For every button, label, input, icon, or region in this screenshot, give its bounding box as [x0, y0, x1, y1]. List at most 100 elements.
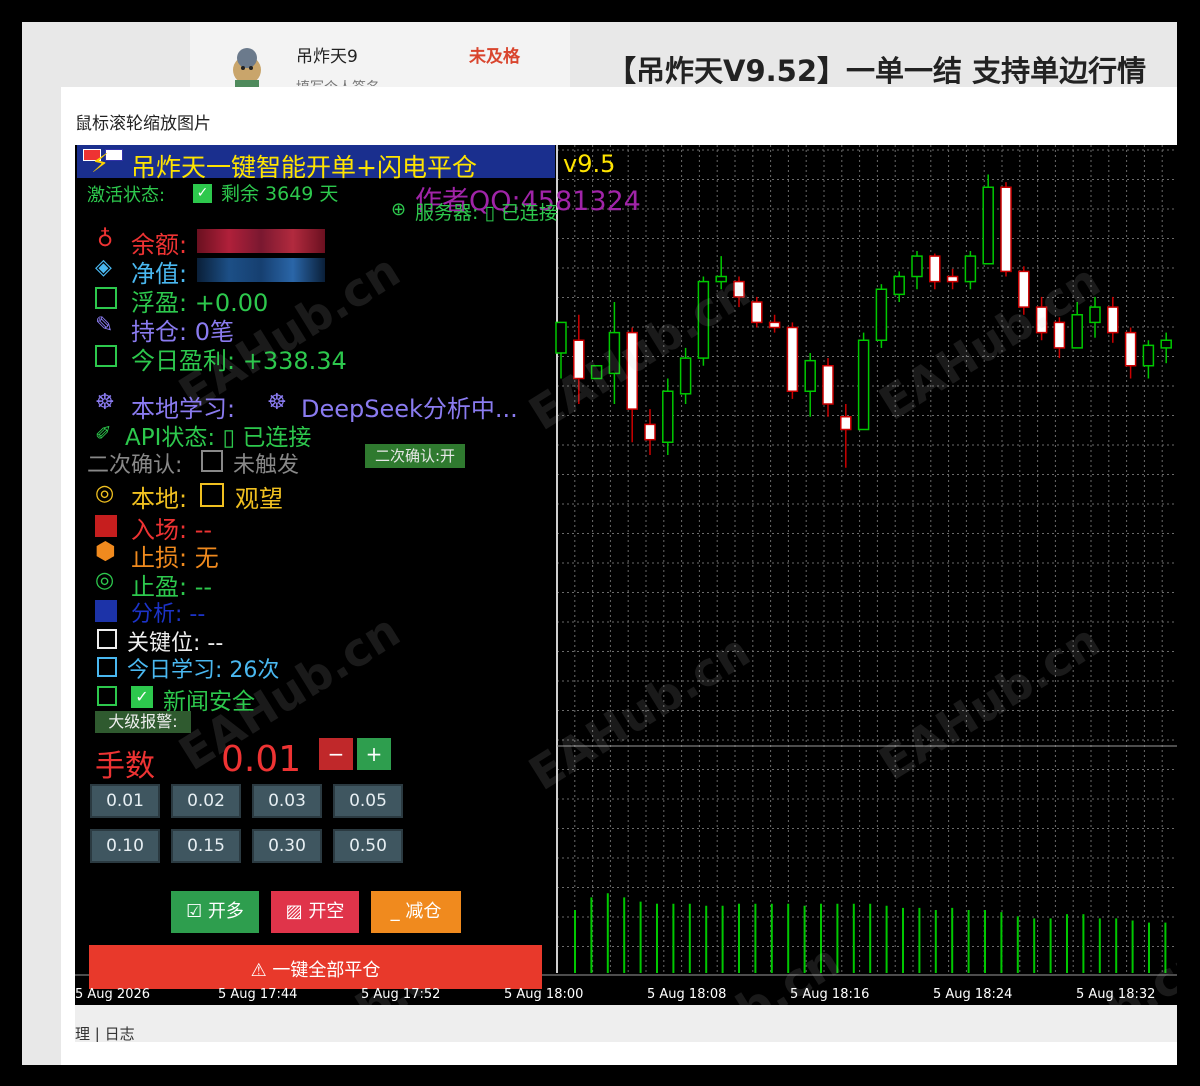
lot-preset-button[interactable]: 0.10 — [90, 829, 160, 863]
panel-version: v9.5 — [563, 150, 616, 178]
candle-body — [1000, 186, 1012, 273]
reduce-button-label: 减仓 — [405, 901, 442, 922]
confirm-label: 二次确认: — [87, 453, 183, 478]
sell-icon: ▨ — [285, 901, 309, 922]
page-headline: 【吊炸天V9.52】一单一结 支持单边行情 — [607, 54, 1147, 88]
confirm-toggle-button[interactable]: 二次确认:开 — [365, 444, 465, 468]
candle-body — [840, 416, 852, 431]
candle-body — [911, 255, 923, 278]
buy-button-label: 开多 — [207, 901, 244, 922]
chart-icon — [95, 345, 117, 367]
lightning-icon: ⚡ — [91, 149, 110, 179]
server-status: 服务器: ▯ 已连接 — [415, 202, 558, 224]
candle-body — [875, 288, 888, 341]
today-learning: 今日学习: 26次 — [127, 658, 280, 683]
time-tick: 5 Aug 18:24 — [933, 987, 1013, 1002]
time-tick: 5 Aug 17:44 — [218, 987, 298, 1002]
plug-icon: ✐ — [95, 421, 112, 445]
candle-body — [644, 423, 656, 441]
target-icon: ◎ — [95, 568, 115, 593]
candle-body — [662, 390, 674, 443]
close-all-label: 一键全部平仓 — [272, 960, 381, 981]
candle-body — [964, 255, 977, 283]
equity-value-blurred — [197, 258, 325, 282]
book-icon — [97, 657, 117, 677]
time-tick: 5 Aug 18:08 — [647, 987, 727, 1002]
pin-icon: ✎ — [95, 313, 114, 338]
time-tick: 5 Aug 2026 — [75, 987, 151, 1002]
balance-value-blurred — [197, 229, 325, 253]
alert-button[interactable]: 大级报警: — [95, 711, 191, 733]
bar-chart-icon — [97, 629, 117, 649]
buy-icon: ☑ — [186, 901, 208, 922]
pause-icon — [201, 450, 223, 472]
sell-button-label: 开空 — [308, 901, 345, 922]
modal-title: 鼠标滚轮缩放图片 — [75, 114, 211, 134]
pause-icon — [200, 483, 224, 507]
analysis-value: 分析: -- — [131, 602, 206, 627]
terminal-tabs[interactable]: 理 | 日志 — [75, 1023, 135, 1042]
candle-body — [982, 186, 994, 265]
candle-body — [929, 255, 941, 283]
avatar[interactable] — [227, 44, 267, 88]
image-viewer-modal: 鼠标滚轮缩放图片 EAHub.cn EAHub.cn EAHub.cn EAHu… — [61, 87, 1177, 1065]
today-profit: 今日盈利: +338.34 — [131, 347, 347, 375]
bar-chart-icon — [95, 287, 117, 309]
status-badge: 未及格 — [469, 47, 520, 67]
activation-remaining: 剩余 3649 天 — [221, 183, 339, 205]
browser-frame: 吊炸天9 未及格 填写个人签名 【吊炸天V9.52】一单一结 支持单边行情 鼠标… — [22, 22, 1177, 1065]
candle-body — [786, 326, 799, 392]
checkbox-icon: ✓ — [131, 686, 153, 708]
reduce-button[interactable]: _ 减仓 — [371, 891, 461, 933]
close-all-button[interactable]: ⚠ 一键全部平仓 — [89, 945, 542, 989]
lots-value: 0.01 — [221, 739, 302, 780]
username[interactable]: 吊炸天9 — [296, 42, 358, 67]
candle-body — [1160, 339, 1172, 349]
candle-body — [768, 321, 781, 329]
lot-preset-button[interactable]: 0.02 — [171, 784, 241, 818]
globe-icon: ⊕ — [391, 199, 407, 220]
minus-icon: _ — [390, 901, 406, 922]
lot-preset-button[interactable]: 0.01 — [90, 784, 160, 818]
candle-body — [679, 357, 692, 395]
sell-button[interactable]: ▨ 开空 — [271, 891, 359, 933]
activation-label: 激活状态: — [87, 185, 166, 206]
candle-body — [857, 339, 870, 431]
brain-icon: ☸ — [95, 390, 115, 415]
newspaper-icon — [97, 686, 117, 706]
candle-body — [1142, 344, 1155, 367]
brain-icon: ☸ — [267, 390, 287, 415]
candle-body — [822, 365, 834, 405]
lot-preset-button[interactable]: 0.05 — [333, 784, 403, 818]
target-icon: ◎ — [95, 481, 115, 506]
lots-label: 手数 — [95, 749, 155, 784]
learning-status: DeepSeek分析中... — [301, 395, 518, 423]
lot-preset-button[interactable]: 0.30 — [252, 829, 322, 863]
lot-preset-button[interactable]: 0.03 — [252, 784, 322, 818]
terminal-tab-strip — [75, 1005, 1177, 1042]
lots-increase-button[interactable]: + — [357, 738, 391, 770]
lot-preset-button[interactable]: 0.15 — [171, 829, 241, 863]
stop-icon: ⬢ — [95, 537, 116, 565]
candle-body — [946, 275, 959, 283]
lot-preset-button[interactable]: 0.50 — [333, 829, 403, 863]
confirm-status: 未触发 — [233, 453, 300, 478]
local-signal: 观望 — [235, 485, 283, 513]
candle-body — [1124, 331, 1137, 367]
zoomable-screenshot[interactable]: EAHub.cn EAHub.cn EAHub.cn EAHub.cn EAHu… — [75, 145, 1177, 1042]
time-tick: 5 Aug 17:52 — [361, 987, 441, 1002]
time-tick: 5 Aug 18:00 — [504, 987, 584, 1002]
candle-body — [893, 275, 905, 296]
buy-button[interactable]: ☑ 开多 — [171, 891, 259, 933]
analysis-icon — [95, 600, 117, 622]
diamond-icon: ◈ — [95, 255, 112, 280]
local-label: 本地: — [131, 485, 188, 513]
lots-decrease-button[interactable]: − — [319, 738, 353, 770]
candle-body — [1107, 306, 1119, 334]
candle-body — [804, 359, 816, 392]
entry-icon — [95, 515, 117, 537]
candle-body — [555, 321, 567, 354]
moneybag-icon: ♁ — [97, 227, 114, 252]
user-signature: 填写个人签名 — [296, 77, 380, 86]
warning-icon: ⚠ — [250, 960, 273, 981]
